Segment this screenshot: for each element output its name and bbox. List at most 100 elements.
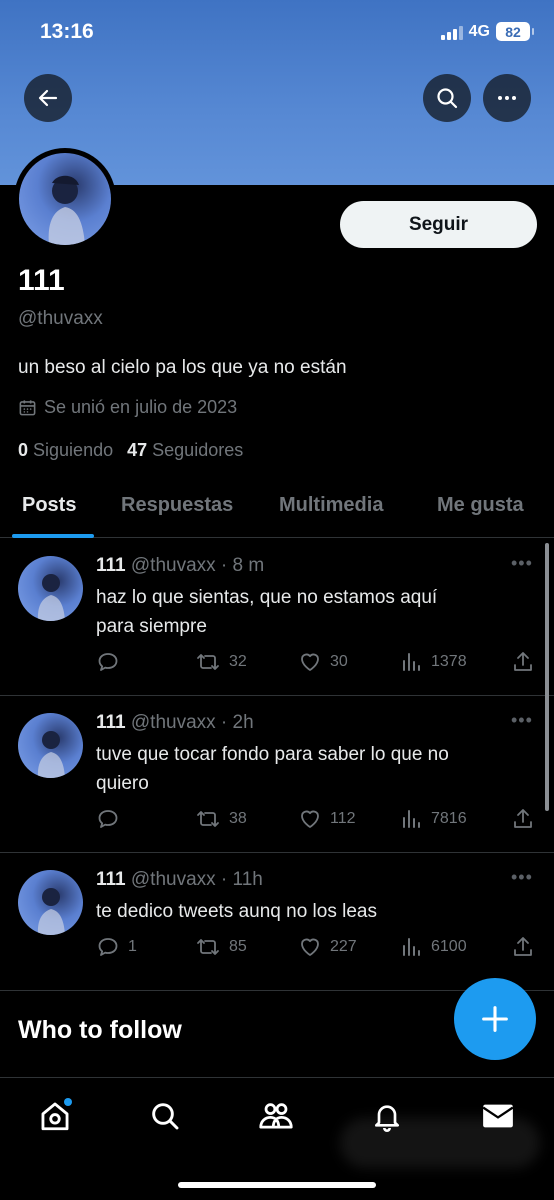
retweet-count: 85 [229, 938, 247, 955]
views-button[interactable]: 7816 [401, 807, 467, 831]
like-button[interactable]: 112 [298, 807, 356, 831]
joined-text: Se unió en julio de 2023 [44, 397, 238, 417]
retweet-icon [197, 939, 219, 955]
tweet-text-line: te dedico tweets aunq no los leas [96, 901, 377, 922]
bottom-navigation [0, 1077, 554, 1200]
retweet-button[interactable]: 38 [195, 807, 247, 831]
reply-button[interactable] [96, 650, 128, 674]
reply-button[interactable] [96, 807, 128, 831]
tweet-author-name[interactable]: 111 [96, 712, 126, 733]
heart-icon [301, 810, 319, 828]
views-button[interactable]: 1378 [401, 650, 467, 674]
tweet[interactable]: 111 @thuvaxx · 8 m ••• haz lo que sienta… [0, 539, 554, 696]
notification-dot [64, 1098, 72, 1106]
profile-avatar[interactable] [14, 148, 116, 250]
search-icon [152, 1103, 179, 1130]
tweet-text-line: para siempre [96, 616, 207, 637]
signal-icon [440, 24, 463, 40]
tweet-text-line: quiero [96, 773, 149, 794]
display-name: 111 [18, 264, 65, 297]
following-link[interactable]: 0 Siguiendo [18, 440, 113, 461]
nav-home[interactable] [35, 1096, 75, 1136]
nav-explore[interactable] [145, 1096, 185, 1136]
retweet-button[interactable]: 32 [195, 650, 247, 674]
search-button[interactable] [423, 74, 471, 122]
share-icon [514, 937, 532, 956]
tweet-meta: @thuvaxx · 11h [130, 869, 263, 890]
avatar-image [19, 153, 111, 245]
retweet-count: 32 [229, 653, 247, 670]
active-tab-indicator [12, 534, 94, 538]
views-icon [403, 938, 420, 956]
reply-count: 1 [128, 938, 137, 955]
like-button[interactable]: 227 [298, 935, 357, 959]
share-icon [514, 652, 532, 671]
more-button[interactable] [483, 74, 531, 122]
views-icon [403, 810, 420, 828]
views-count: 7816 [431, 810, 467, 827]
tweet-avatar[interactable] [18, 556, 83, 621]
tweet-author-name[interactable]: 111 [96, 555, 126, 576]
share-button[interactable] [511, 650, 535, 674]
profile-bio: un beso al cielo pa los que ya no están [18, 357, 347, 378]
tweet-more-icon[interactable]: ••• [511, 867, 533, 888]
retweet-icon [197, 654, 219, 670]
tweet[interactable]: 111 @thuvaxx · 2h ••• tuve que tocar fon… [0, 696, 554, 853]
scrollbar[interactable] [545, 543, 549, 811]
like-count: 112 [330, 810, 356, 827]
tweet-text-line: tuve que tocar fondo para saber lo que n… [96, 744, 449, 765]
tweet-meta: @thuvaxx · 8 m [130, 555, 265, 576]
reply-button[interactable]: 1 [96, 935, 137, 959]
heart-icon [301, 938, 319, 956]
tweet-text: haz lo que sientas, que no estamos aquí … [96, 583, 516, 641]
tab-respuestas[interactable]: Respuestas [121, 494, 233, 517]
tweet-more-icon[interactable]: ••• [511, 710, 533, 731]
tweet-header: 111 @thuvaxx · 8 m [96, 555, 264, 577]
tweet[interactable]: 111 @thuvaxx · 11h ••• te dedico tweets … [0, 853, 554, 991]
follow-button[interactable]: Seguir [340, 201, 537, 248]
battery-level: 82 [505, 23, 521, 40]
share-icon [514, 809, 532, 828]
status-indicators: 4G 82 [440, 22, 534, 41]
tweet-header: 111 @thuvaxx · 2h [96, 712, 254, 734]
tweet-meta: @thuvaxx · 2h [130, 712, 254, 733]
back-button[interactable] [24, 74, 72, 122]
tweet-avatar[interactable] [18, 713, 83, 778]
followers-link[interactable]: 47 Seguidores [127, 440, 243, 461]
joined-date: Se unió en julio de 2023 [18, 397, 237, 418]
bell-icon [375, 1105, 399, 1132]
like-count: 227 [330, 938, 357, 955]
plus-icon [482, 1006, 508, 1032]
nav-communities[interactable] [256, 1096, 296, 1136]
tab-multimedia[interactable]: Multimedia [279, 494, 383, 517]
following-count: 0 [18, 440, 29, 460]
tweet-text-line: haz lo que sientas, que no estamos aquí [96, 587, 438, 608]
tweet-more-icon[interactable]: ••• [511, 553, 533, 574]
like-button[interactable]: 30 [298, 650, 348, 674]
views-button[interactable]: 6100 [401, 935, 467, 959]
tweet-header: 111 @thuvaxx · 11h [96, 869, 263, 891]
arrow-left-icon [38, 89, 58, 107]
compose-button[interactable] [454, 978, 536, 1060]
views-icon [403, 653, 420, 671]
retweet-button[interactable]: 85 [195, 935, 247, 959]
like-count: 30 [330, 653, 348, 670]
follow-stats: 0 Siguiendo 47 Seguidores [18, 440, 243, 461]
heart-icon [301, 653, 319, 671]
reply-icon [98, 938, 118, 956]
nav-notifications[interactable] [367, 1096, 407, 1136]
profile-handle: @thuvaxx [18, 308, 103, 329]
tab-posts[interactable]: Posts [22, 494, 76, 517]
retweet-icon [197, 811, 219, 827]
reply-icon [98, 653, 118, 671]
tweet-author-name[interactable]: 111 [96, 869, 126, 890]
nav-messages[interactable] [478, 1096, 518, 1136]
following-label: Siguiendo [33, 440, 114, 460]
home-indicator[interactable] [178, 1182, 376, 1188]
tab-me-gusta[interactable]: Me gusta [437, 494, 524, 517]
share-button[interactable] [511, 807, 535, 831]
mail-icon [482, 1104, 514, 1128]
share-button[interactable] [511, 935, 535, 959]
search-icon [437, 88, 458, 109]
tweet-avatar[interactable] [18, 870, 83, 935]
